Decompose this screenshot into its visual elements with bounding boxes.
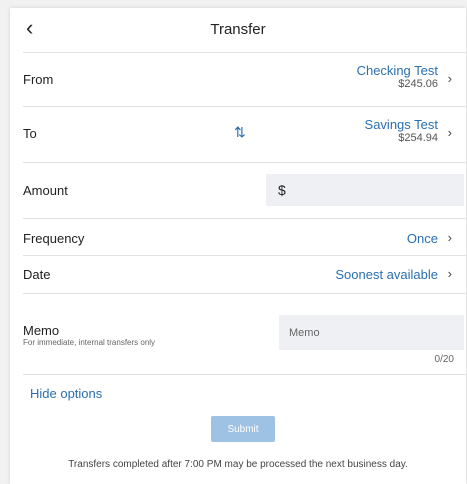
divider: [23, 374, 466, 375]
divider: [23, 255, 466, 256]
to-label: To: [23, 126, 37, 141]
submit-button[interactable]: Submit: [211, 416, 275, 442]
chevron-right-icon[interactable]: ›: [448, 230, 452, 245]
chevron-right-icon[interactable]: ›: [448, 266, 452, 281]
to-account-selector[interactable]: Savings Test $254.94: [364, 117, 438, 145]
page-title: Transfer: [210, 21, 266, 38]
chevron-right-icon[interactable]: ›: [448, 125, 452, 140]
memo-char-counter: 0/20: [434, 354, 454, 365]
from-label: From: [23, 72, 54, 87]
divider: [23, 293, 466, 294]
from-account-balance: $245.06: [398, 78, 438, 90]
frequency-value[interactable]: Once: [407, 231, 438, 246]
divider: [23, 106, 466, 107]
memo-sublabel: For immediate, internal transfers only: [23, 338, 156, 347]
currency-symbol: $: [278, 182, 286, 198]
from-account-selector[interactable]: Checking Test $245.06: [356, 63, 438, 91]
transfer-panel: ‹ Transfer From Checking Test $245.06 › …: [10, 8, 466, 484]
amount-label: Amount: [23, 183, 68, 198]
to-account-balance: $254.94: [398, 132, 438, 144]
date-label: Date: [23, 267, 51, 282]
to-account-name: Savings Test: [364, 117, 438, 132]
divider: [23, 162, 466, 163]
footer-note: Transfers completed after 7:00 PM may be…: [68, 459, 408, 470]
memo-label: Memo: [23, 323, 60, 338]
from-account-name: Checking Test: [356, 63, 438, 78]
divider: [23, 52, 466, 53]
swap-vertical-icon[interactable]: ⇅: [234, 125, 246, 139]
header: ‹ Transfer: [10, 8, 466, 52]
date-value[interactable]: Soonest available: [335, 267, 438, 282]
chevron-right-icon[interactable]: ›: [448, 71, 452, 86]
hide-options-link[interactable]: Hide options: [30, 386, 102, 401]
amount-input[interactable]: $: [266, 174, 464, 206]
divider: [23, 218, 466, 219]
memo-field[interactable]: [279, 315, 464, 350]
frequency-label: Frequency: [23, 231, 85, 246]
